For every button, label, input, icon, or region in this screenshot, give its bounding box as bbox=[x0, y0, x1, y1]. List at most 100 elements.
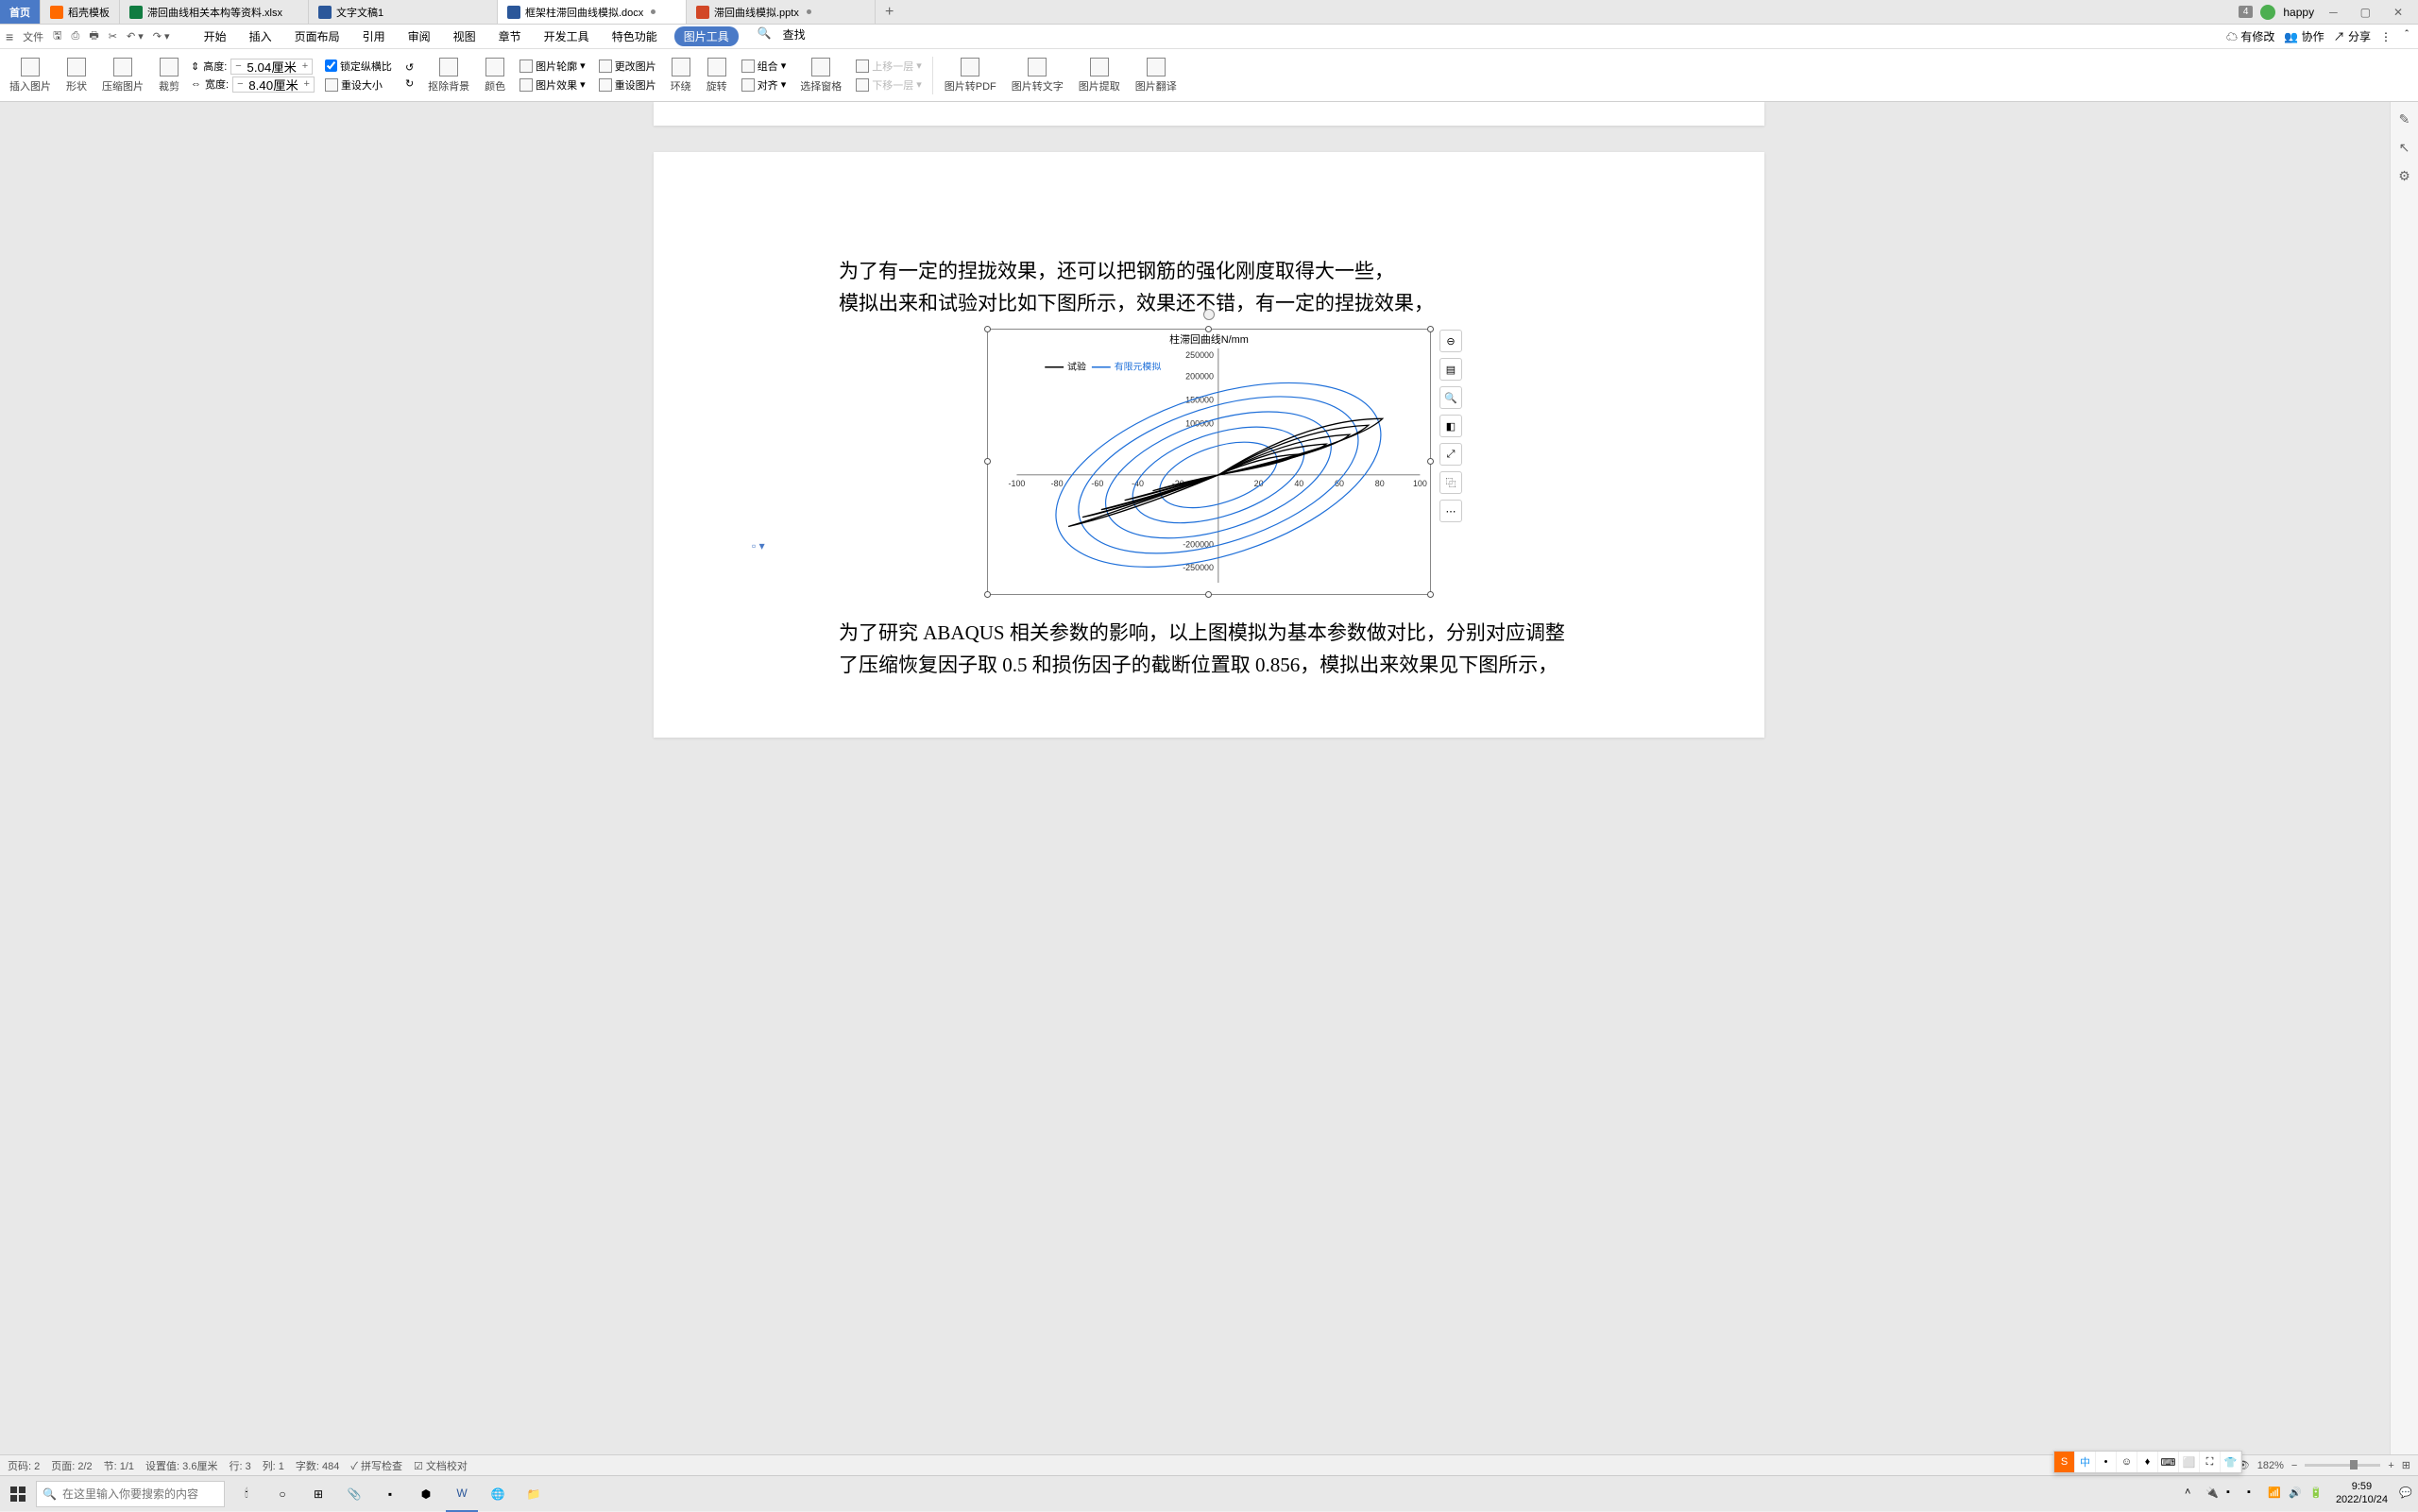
layout-options-icon[interactable]: ▤ bbox=[1439, 358, 1462, 381]
zoom-out-icon[interactable]: ⊖ bbox=[1439, 330, 1462, 352]
lock-ratio-check[interactable]: 锁定纵横比 bbox=[322, 58, 395, 75]
ime-toolbar[interactable]: S 中 • ☺ ♦ ⌨ ⬜ ⛶ 👕 bbox=[2053, 1451, 2242, 1473]
sb-section[interactable]: 节: 1/1 bbox=[104, 1458, 134, 1473]
menu-icon[interactable]: ≡ bbox=[6, 29, 13, 44]
dec-btn[interactable]: − bbox=[233, 78, 247, 90]
pic-outline-button[interactable]: 图片轮廓 ▾ bbox=[517, 58, 588, 75]
insert-pic-button[interactable]: 插入图片 bbox=[6, 56, 55, 95]
pic-translate-button[interactable]: 图片翻译 bbox=[1132, 56, 1181, 95]
copy-icon[interactable]: ⿻ bbox=[1439, 471, 1462, 494]
resize-handle-b[interactable] bbox=[1205, 591, 1212, 598]
reset-pic-button[interactable]: 重设图片 bbox=[596, 76, 659, 93]
search-label[interactable]: 查找 bbox=[783, 26, 806, 46]
ime-tshirt[interactable]: 👕 bbox=[2221, 1452, 2241, 1472]
menu-insert[interactable]: 插入 bbox=[244, 26, 278, 46]
tray-wifi-icon[interactable]: 📶 bbox=[2268, 1487, 2283, 1502]
dec-btn[interactable]: − bbox=[231, 60, 245, 72]
tray-kingsoft-icon[interactable]: ▪ bbox=[2247, 1487, 2262, 1502]
rotate-button[interactable]: 旋转 bbox=[703, 56, 731, 95]
ime-keyboard[interactable]: ⌨ bbox=[2158, 1452, 2179, 1472]
tb-edge-icon[interactable]: 🌐 bbox=[482, 1476, 514, 1512]
close-button[interactable]: ✕ bbox=[2386, 6, 2410, 19]
search-input[interactable] bbox=[62, 1487, 218, 1501]
tb-cortana-icon[interactable]: ○ bbox=[266, 1476, 298, 1512]
sb-row[interactable]: 行: 3 bbox=[229, 1458, 250, 1473]
cursor-icon[interactable]: ↖ bbox=[2397, 140, 2412, 155]
inc-btn[interactable]: + bbox=[298, 60, 312, 72]
align-button[interactable]: 对齐 ▾ bbox=[739, 76, 790, 93]
search-icon[interactable]: 🔍 bbox=[758, 26, 772, 46]
pencil-icon[interactable]: ✎ bbox=[2397, 111, 2412, 127]
width-input[interactable]: −+ bbox=[232, 76, 315, 93]
tray-battery-icon[interactable]: 🔋 bbox=[2309, 1487, 2324, 1502]
resize-handle-bl[interactable] bbox=[984, 591, 991, 598]
collapse-ribbon-icon[interactable]: ＾ bbox=[2401, 28, 2412, 44]
tab-doc1[interactable]: 文字文稿1 bbox=[309, 0, 498, 24]
ime-lang[interactable]: 中 bbox=[2075, 1452, 2096, 1472]
page-side-icon[interactable]: ▫ ▾ bbox=[752, 539, 765, 552]
tab-pptx[interactable]: 滞回曲线模拟.pptx bbox=[687, 0, 876, 24]
menu-section[interactable]: 章节 bbox=[493, 26, 527, 46]
height-value[interactable] bbox=[246, 59, 298, 74]
resize-handle-br[interactable] bbox=[1427, 591, 1434, 598]
ime-emoji[interactable]: ☺ bbox=[2117, 1452, 2137, 1472]
grid-icon[interactable]: ⊞ bbox=[2402, 1459, 2410, 1471]
taskbar-search[interactable]: 🔍 bbox=[36, 1481, 225, 1507]
lock-ratio-checkbox[interactable] bbox=[325, 59, 337, 72]
tb-assistant-icon[interactable]: 🕯 bbox=[230, 1476, 263, 1512]
file-menu[interactable]: 文件 bbox=[23, 29, 43, 44]
has-changes[interactable]: ☁ 有修改 bbox=[2226, 28, 2274, 44]
change-pic-button[interactable]: 更改图片 bbox=[596, 58, 659, 75]
minimize-button[interactable]: ─ bbox=[2322, 6, 2345, 19]
start-button[interactable] bbox=[0, 1476, 36, 1511]
undo-icon[interactable]: ↶ ▾ bbox=[127, 30, 144, 42]
wrap-button[interactable]: 环绕 bbox=[667, 56, 695, 95]
ime-pad[interactable]: ⬜ bbox=[2179, 1452, 2200, 1472]
redo-icon[interactable]: ↷ ▾ bbox=[153, 30, 170, 42]
print-preview-icon[interactable]: ⎙ bbox=[72, 30, 80, 42]
rotate-left-icon[interactable]: ↺ bbox=[402, 60, 417, 75]
ime-voice[interactable]: ♦ bbox=[2137, 1452, 2158, 1472]
menu-layout[interactable]: 页面布局 bbox=[289, 26, 346, 46]
user-name[interactable]: happy bbox=[2283, 6, 2314, 19]
menu-pic-tools[interactable]: 图片工具 bbox=[674, 26, 739, 46]
tray-app-icon[interactable]: ▪ bbox=[2226, 1487, 2241, 1502]
menu-review[interactable]: 审阅 bbox=[402, 26, 436, 46]
print-icon[interactable]: 🖶 bbox=[89, 27, 98, 45]
settings-icon[interactable]: ⚙ bbox=[2397, 168, 2412, 183]
tab-active-docx[interactable]: 框架柱滞回曲线模拟.docx bbox=[498, 0, 687, 24]
remove-bg-button[interactable]: 抠除背景 bbox=[424, 56, 473, 95]
tb-wps-icon[interactable]: W bbox=[446, 1476, 478, 1512]
more-options-icon[interactable]: ⋯ bbox=[1439, 500, 1462, 522]
width-value[interactable] bbox=[247, 77, 300, 92]
compress-button[interactable]: 压缩图片 bbox=[98, 56, 147, 95]
zoom-in-button[interactable]: + bbox=[2388, 1460, 2393, 1471]
zoom-in-icon[interactable]: 🔍 bbox=[1439, 386, 1462, 409]
tab-xlsx[interactable]: 滞回曲线相关本构等资料.xlsx bbox=[120, 0, 309, 24]
crop-icon[interactable]: ◧ bbox=[1439, 415, 1462, 437]
inc-btn[interactable]: + bbox=[300, 78, 314, 90]
menu-special[interactable]: 特色功能 bbox=[606, 26, 663, 46]
select-pane-button[interactable]: 选择窗格 bbox=[796, 56, 845, 95]
tray-notification-icon[interactable]: 💬 bbox=[2399, 1487, 2414, 1502]
color-button[interactable]: 颜色 bbox=[481, 56, 509, 95]
shape-button[interactable]: 形状 bbox=[62, 56, 91, 95]
zoom-out-button[interactable]: − bbox=[2291, 1460, 2297, 1471]
tb-explorer-icon[interactable]: 📁 bbox=[518, 1476, 550, 1512]
tb-terminal-icon[interactable]: ▪ bbox=[374, 1476, 406, 1512]
document-area[interactable]: ▫ ▾ 为了有一定的捏拢效果，还可以把钢筋的强化刚度取得大一些， 模拟出来和试验… bbox=[0, 102, 2418, 1454]
menu-ref[interactable]: 引用 bbox=[357, 26, 391, 46]
pic-extract-button[interactable]: 图片提取 bbox=[1075, 56, 1124, 95]
collab[interactable]: 👥 协作 bbox=[2284, 28, 2324, 44]
tab-daoke[interactable]: 稻壳模板 bbox=[41, 0, 120, 24]
resize-handle-tr[interactable] bbox=[1427, 326, 1434, 332]
ime-punct[interactable]: • bbox=[2096, 1452, 2117, 1472]
sb-spell[interactable]: ✓ 拼写检查 bbox=[350, 1458, 402, 1473]
menu-start[interactable]: 开始 bbox=[198, 26, 232, 46]
tray-usb-icon[interactable]: 🔌 bbox=[2205, 1487, 2221, 1502]
selected-image[interactable]: 柱滞回曲线N/mm 试验 有限元模拟 -100-80-60-40-20 2040… bbox=[987, 329, 1431, 595]
zoom-slider[interactable] bbox=[2305, 1464, 2380, 1467]
pic-to-pdf-button[interactable]: 图片转PDF bbox=[941, 56, 1000, 95]
tray-volume-icon[interactable]: 🔊 bbox=[2289, 1487, 2304, 1502]
height-input[interactable]: −+ bbox=[230, 59, 313, 75]
